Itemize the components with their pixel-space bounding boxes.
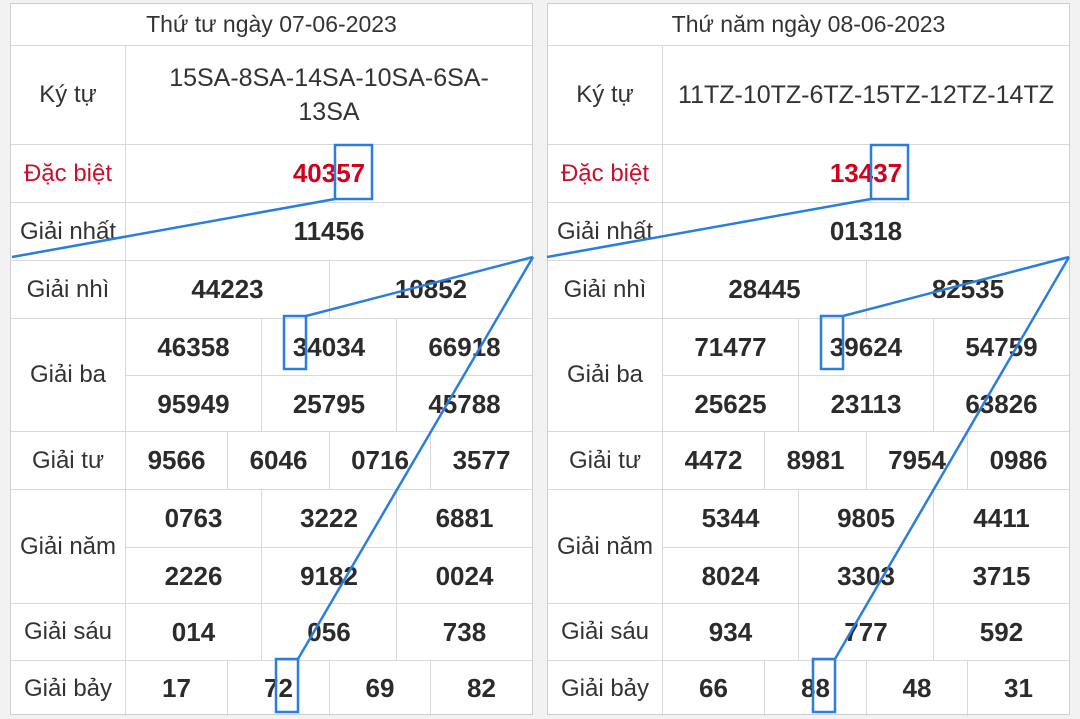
label-giai-tu: Giải tư [11,432,126,489]
row-ky-tu: Ký tự 15SA-8SA-14SA-10SA-6SA-13SA [11,46,532,145]
seventh-prize-value: 48 [866,661,967,716]
row-giai-ba: Giải ba 46358 34034 66918 95949 25795 45… [11,319,532,432]
row-giai-ba: Giải ba 71477 39624 54759 25625 23113 63… [548,319,1069,432]
seventh-prize-value: 82 [430,661,532,716]
row-dac-biet: Đặc biệt 40357 [11,145,532,203]
fifth-prize-value: 3222 [261,490,396,547]
first-prize-value: 01318 [829,216,903,246]
row-giai-nhat: Giải nhất 01318 [548,203,1069,261]
label-giai-ba: Giải ba [11,319,126,431]
seventh-prize-value: 17 [162,673,191,703]
date-header: Thứ tư ngày 07-06-2023 [11,4,532,46]
fifth-prize-value: 0024 [396,547,532,604]
sixth-prize-value: 777 [798,604,933,660]
row-giai-nam: Giải năm 0763 3222 6881 2226 9182 0024 [11,490,532,604]
third-prize-value: 45788 [396,375,532,432]
fourth-prize-value: 6046 [227,432,329,489]
label-dac-biet: Đặc biệt [11,145,126,202]
label-giai-sau: Giải sáu [11,604,126,660]
row-giai-bay: Giải bảy 66 88 48 31 [548,661,1069,716]
label-giai-nhi: Giải nhì [11,261,126,318]
fifth-prize-value: 2226 [126,547,261,604]
date-header: Thứ năm ngày 08-06-2023 [548,4,1069,46]
fifth-prize-value: 9805 [798,490,933,547]
first-prize-value: 11456 [293,216,365,246]
fourth-prize-value: 0716 [329,432,430,489]
row-giai-sau: Giải sáu 014 056 738 [11,604,532,661]
fourth-prize-value: 9566 [147,445,206,475]
second-prize-value: 44223 [191,274,264,304]
ky-tu-value: 15SA-8SA-14SA-10SA-6SA-13SA [169,64,489,126]
fourth-prize-value: 7954 [866,432,967,489]
seventh-prize-value: 69 [329,661,430,716]
special-prize-value: 13437 [829,158,903,188]
sixth-prize-value: 014 [171,616,216,647]
row-giai-nhat: Giải nhất 11456 [11,203,532,261]
seventh-prize-value: 72 [227,661,329,716]
label-giai-tu: Giải tư [548,432,663,489]
third-prize-value: 95949 [126,375,261,432]
special-prize-value: 40357 [292,158,366,188]
fourth-prize-value: 8981 [764,432,866,489]
fifth-prize-value: 0763 [164,503,223,533]
label-giai-nhat: Giải nhất [548,203,663,260]
third-prize-value: 46358 [157,331,230,362]
third-prize-value: 71477 [694,331,767,362]
results-table-right: Thứ năm ngày 08-06-2023 Ký tự 11TZ-10TZ-… [547,3,1070,716]
third-prize-value: 34034 [261,319,396,375]
row-giai-nam: Giải năm 5344 9805 4411 8024 3303 3715 [548,490,1069,604]
label-giai-nam: Giải năm [11,490,126,603]
third-prize-value: 25795 [261,375,396,432]
row-giai-nhi: Giải nhì 44223 10852 [11,261,532,319]
fifth-prize-value: 8024 [663,547,798,604]
third-prize-value: 23113 [798,375,933,432]
row-giai-nhi: Giải nhì 28445 82535 [548,261,1069,319]
seventh-prize-value: 31 [967,661,1069,716]
sixth-prize-value: 592 [933,604,1069,660]
fifth-prize-value: 3715 [933,547,1069,604]
fourth-prize-value: 4472 [684,445,743,475]
label-giai-bay: Giải bảy [11,661,126,716]
second-prize-value: 10852 [329,261,532,318]
label-giai-nam: Giải năm [548,490,663,603]
third-prize-value: 63826 [933,375,1069,432]
ky-tu-value: 11TZ-10TZ-6TZ-15TZ-12TZ-14TZ [678,81,1054,109]
second-prize-value: 82535 [866,261,1069,318]
second-prize-value: 28445 [728,274,801,304]
sixth-prize-value: 738 [396,604,532,660]
fourth-prize-value: 0986 [967,432,1069,489]
seventh-prize-value: 88 [764,661,866,716]
label-giai-nhat: Giải nhất [11,203,126,260]
fifth-prize-value: 4411 [933,490,1069,547]
third-prize-value: 54759 [933,319,1069,375]
results-table-left: Thứ tư ngày 07-06-2023 Ký tự 15SA-8SA-14… [10,3,533,716]
label-ky-tu: Ký tự [11,46,126,144]
label-giai-ba: Giải ba [548,319,663,431]
row-ky-tu: Ký tự 11TZ-10TZ-6TZ-15TZ-12TZ-14TZ [548,46,1069,145]
row-dac-biet: Đặc biệt 13437 [548,145,1069,203]
third-prize-value: 25625 [663,375,798,432]
sixth-prize-value: 934 [708,616,753,647]
third-prize-value: 66918 [396,319,532,375]
label-ky-tu: Ký tự [548,46,663,144]
label-giai-nhi: Giải nhì [548,261,663,318]
label-giai-sau: Giải sáu [548,604,663,660]
row-giai-bay: Giải bảy 17 72 69 82 [11,661,532,716]
row-giai-tu: Giải tư 9566 6046 0716 3577 [11,432,532,490]
fourth-prize-value: 3577 [430,432,532,489]
fifth-prize-value: 9182 [261,547,396,604]
sixth-prize-value: 056 [261,604,396,660]
seventh-prize-value: 66 [699,673,728,703]
fifth-prize-value: 6881 [396,490,532,547]
fifth-prize-value: 5344 [701,503,760,533]
row-giai-sau: Giải sáu 934 777 592 [548,604,1069,661]
fifth-prize-value: 3303 [798,547,933,604]
label-giai-bay: Giải bảy [548,661,663,716]
third-prize-value: 39624 [798,319,933,375]
label-dac-biet: Đặc biệt [548,145,663,202]
row-giai-tu: Giải tư 4472 8981 7954 0986 [548,432,1069,490]
